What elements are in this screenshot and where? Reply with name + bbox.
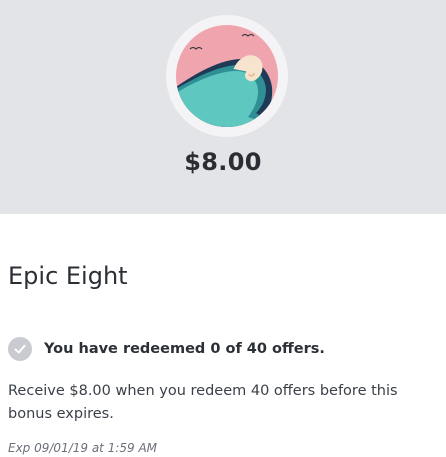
- wave-badge-icon: [176, 25, 278, 127]
- offer-title: Epic Eight: [8, 262, 128, 290]
- checkmark-circle-icon: [8, 337, 32, 361]
- bonus-header: $8.00: [0, 0, 446, 214]
- expiry-date: Exp 09/01/19 at 1:59 AM: [8, 441, 158, 455]
- status-text: You have redeemed 0 of 40 offers.: [44, 341, 325, 357]
- redemption-status: You have redeemed 0 of 40 offers.: [8, 337, 325, 361]
- bonus-amount: $8.00: [184, 148, 262, 176]
- offer-description: Receive $8.00 when you redeem 40 offers …: [8, 383, 398, 422]
